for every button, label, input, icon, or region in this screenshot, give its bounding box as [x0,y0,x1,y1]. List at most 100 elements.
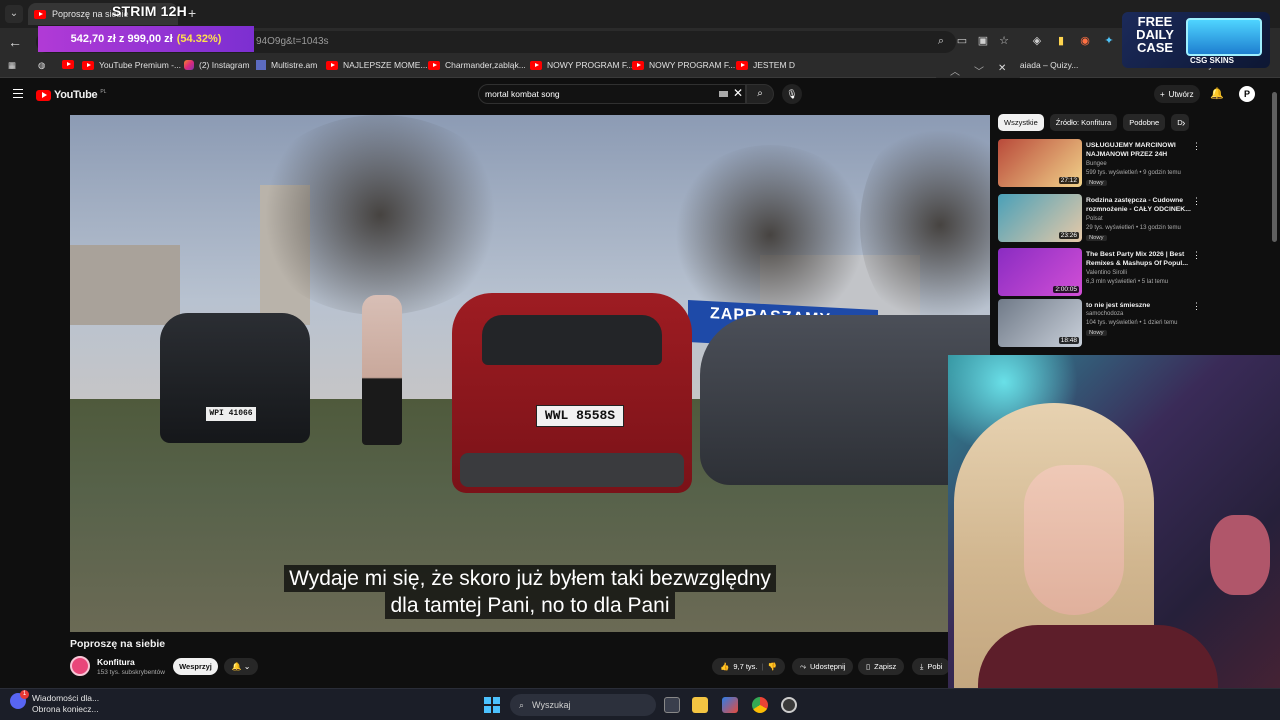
bookmark-item[interactable]: NOWY PROGRAM F... [530,60,633,70]
task-view-icon[interactable] [664,697,680,713]
rec-thumbnail[interactable]: 18:48 [998,299,1082,347]
rec-title[interactable]: Rodzina zastępcza - Cudowne rozmnożenie … [1086,196,1194,214]
bookmark-item[interactable]: Charmander,zabląk... [428,60,526,70]
red-car-window [482,315,662,365]
store-icon[interactable] [722,697,738,713]
rec-thumbnail[interactable]: 2:00:05 [998,248,1082,296]
bookmark-label: Charmander,zabląk... [445,60,526,70]
rec-stats: 6,3 mln wyświetleń • 5 lat temu [1086,279,1169,285]
download-button[interactable]: ⤓ Pobi [912,658,951,675]
recommendation-item[interactable]: 18:48 to nie jest śmieszne samochodoza 1… [998,299,1264,349]
notifications-bell-icon[interactable]: 🔔 [1210,87,1224,100]
search-input[interactable] [485,89,705,99]
youtube-logo[interactable]: YouTube PL [36,89,106,101]
rec-channel[interactable]: Valentino Sirolli [1086,270,1127,276]
youtube-favicon-icon [62,60,74,69]
search-button[interactable]: ⌕ [746,84,774,104]
chip-similar[interactable]: Podobne [1123,114,1166,131]
subscribe-bell-button[interactable]: 🔔 ⌄ [224,658,258,675]
video-frame-building [70,245,180,325]
rec-badge: Nowy [1086,235,1107,241]
taskbar-notification[interactable]: Wiadomości dla... Obrona koniecz... [10,690,99,715]
taskbar-search[interactable]: ⌕ Wyszukaj [510,694,656,716]
bookmark-item[interactable]: iaiada – Quizy... [1018,60,1078,70]
rec-channel[interactable]: Bungee [1086,161,1107,167]
bookmark-item[interactable] [62,60,74,69]
youtube-play-icon [36,89,51,101]
microphone-icon[interactable]: 🎙 [782,84,802,104]
recommendation-item[interactable]: 2:00:05 The Best Party Mix 2026 | Best R… [998,248,1264,298]
rec-title[interactable]: The Best Party Mix 2026 | Best Remixes &… [1086,250,1194,268]
like-button[interactable]: 👍 9,7 tys. | 👎 [712,658,785,675]
chevron-right-icon[interactable]: › [1182,118,1185,129]
bookmark-label: (2) Instagram [199,60,250,70]
bookmark-item[interactable]: JESTEM D [736,60,795,70]
channel-name[interactable]: Konfitura [97,657,135,667]
page-scrollbar[interactable] [1272,92,1277,242]
rec-title[interactable]: to nie jest śmieszne [1086,301,1194,310]
back-arrow-icon[interactable]: ← [8,34,22,50]
more-options-icon[interactable]: ⋮ [1192,301,1201,312]
rec-stats: 29 tys. wyświetleń • 13 godzin temu [1086,225,1181,231]
bookmark-item[interactable]: (2) Instagram [184,60,250,70]
new-tab-button[interactable]: + [188,5,196,21]
find-down-icon[interactable]: ﹀ [974,63,984,78]
extension-yellow-icon[interactable]: ▮ [1054,34,1068,48]
more-options-icon[interactable]: ⋮ [1192,196,1201,207]
more-options-icon[interactable]: ⋮ [1192,141,1201,152]
youtube-header: YouTube PL ✕ ⌕ 🎙 + Utwórz 🔔 P [0,78,1280,112]
rec-title[interactable]: USŁUGUJEMY MARCINOWI NAJMANOWI PRZEZ 24H [1086,141,1194,159]
channel-avatar[interactable] [70,656,90,676]
chrome-icon[interactable] [752,697,768,713]
recommendation-item[interactable]: 23:26 Rodzina zastępcza - Cudowne rozmno… [998,194,1264,244]
channel-subscribers: 153 tys. subskrybentów [97,669,165,676]
create-button[interactable]: + Utwórz [1154,85,1200,103]
zoom-icon[interactable]: ⌕ [934,34,948,48]
share-icon: ⤳ [800,661,806,671]
extension-orange-icon[interactable]: ◉ [1078,34,1092,48]
extension-blue-icon[interactable]: ✦ [1102,34,1116,48]
ad-title: FREE DAILY CASE [1136,14,1174,55]
menu-hamburger-icon[interactable] [13,89,23,98]
find-up-icon[interactable]: ︿ [950,63,960,78]
rec-thumbnail[interactable]: 27:12 [998,139,1082,187]
chip-more[interactable]: D [1171,114,1189,131]
bookmark-label: Multistre.am [271,60,318,70]
chip-source[interactable]: Źródło: Konfitura [1049,114,1118,131]
clear-search-icon[interactable]: ✕ [733,86,743,100]
more-options-icon[interactable]: ⋮ [1192,250,1201,261]
obs-icon[interactable] [781,697,797,713]
rec-duration: 27:12 [1058,177,1079,184]
extension-shield-icon[interactable]: ◈ [1030,34,1044,48]
tab-search-button[interactable]: ⌄ [5,5,23,23]
bookmark-item[interactable]: YouTube Premium -... [82,60,181,70]
file-explorer-icon[interactable] [692,697,708,713]
bookmark-item[interactable]: Multistre.am [256,60,317,70]
extension-icon[interactable]: ▣ [976,34,990,48]
create-label: Utwórz [1168,89,1194,99]
rec-channel[interactable]: Polsat [1086,216,1103,222]
save-button[interactable]: ▯ Zapisz [858,658,905,675]
bookmark-item[interactable]: NAJLEPSZE MOME... [326,60,428,70]
account-avatar[interactable]: P [1239,86,1255,102]
install-icon[interactable]: ▭ [955,34,969,48]
bookmark-item[interactable]: ◍ [38,60,45,71]
support-button[interactable]: Wesprzyj [173,658,218,675]
keyboard-icon[interactable] [719,91,728,97]
bookmark-star-icon[interactable]: ☆ [997,34,1011,48]
recommendation-item[interactable]: 27:12 USŁUGUJEMY MARCINOWI NAJMANOWI PRZ… [998,139,1264,189]
ad-banner[interactable]: FREE DAILY CASE CSG SKINS [1122,12,1270,68]
windows-start-icon[interactable] [484,697,500,713]
rec-thumbnail[interactable]: 23:26 [998,194,1082,242]
youtube-favicon-icon [428,60,440,70]
rec-channel[interactable]: samochodoza [1086,311,1123,317]
chip-all[interactable]: Wszystkie [998,114,1044,131]
thumbs-down-icon[interactable]: 👎 [767,662,776,671]
windows-taskbar: Wiadomości dla... Obrona koniecz... ⌕ Wy… [0,688,1280,720]
bookmark-item[interactable]: NOWY PROGRAM F... [632,60,735,70]
find-close-icon[interactable]: ✕ [998,63,1006,74]
apps-grid-icon[interactable]: ▦ [8,60,16,71]
share-button[interactable]: ⤳ Udostępnij [792,658,854,675]
download-icon: ⤓ [920,661,924,671]
video-player[interactable]: ZAPRASZAMY WPI 41066 WWL 8558S Wydaje mi… [70,115,990,632]
